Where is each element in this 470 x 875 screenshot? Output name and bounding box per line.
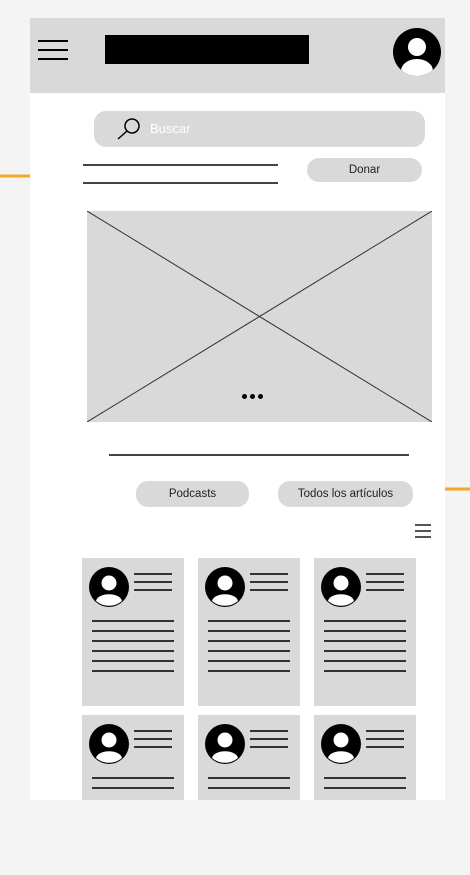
search-input[interactable]: [150, 121, 400, 136]
article-card[interactable]: [198, 715, 300, 800]
author-avatar-icon: [321, 724, 361, 764]
article-card[interactable]: [314, 558, 416, 706]
article-card[interactable]: [198, 558, 300, 706]
list-icon[interactable]: [415, 524, 431, 538]
author-avatar-icon: [321, 567, 361, 607]
author-avatar-icon: [205, 724, 245, 764]
carousel-dots-icon[interactable]: [242, 391, 282, 401]
avatar-icon[interactable]: [392, 27, 442, 77]
section-divider: [109, 454, 409, 456]
author-avatar-icon: [205, 567, 245, 607]
article-card[interactable]: [314, 715, 416, 800]
donate-button[interactable]: Donar: [307, 158, 422, 182]
hamburger-icon[interactable]: [38, 40, 68, 64]
author-avatar-icon: [89, 567, 129, 607]
article-card[interactable]: [82, 715, 184, 800]
podcasts-button[interactable]: Podcasts: [136, 481, 249, 507]
logo-placeholder: [105, 35, 309, 64]
search-icon: [117, 118, 140, 140]
article-card[interactable]: [82, 558, 184, 706]
search-bar[interactable]: [94, 111, 425, 147]
all-articles-button[interactable]: Todos los artículos: [278, 481, 413, 507]
mobile-screen: Donar Podcasts Todos los artículos: [30, 18, 445, 800]
app-header: [30, 18, 445, 93]
hero-image-placeholder: [87, 211, 432, 422]
author-avatar-icon: [89, 724, 129, 764]
